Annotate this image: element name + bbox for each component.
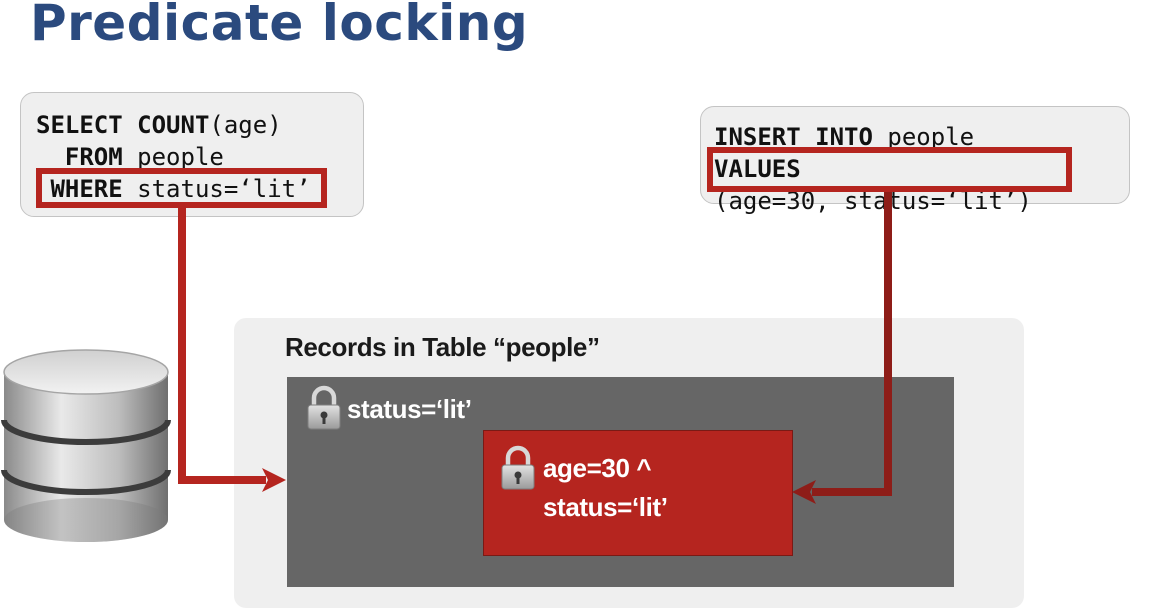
arrow-right-icon — [178, 207, 286, 492]
diagram-graphics — [1, 192, 892, 542]
database-icon — [1, 349, 171, 542]
lock-icon — [501, 445, 535, 490]
lock-icon — [307, 385, 341, 430]
arrow-left-icon — [792, 192, 892, 504]
